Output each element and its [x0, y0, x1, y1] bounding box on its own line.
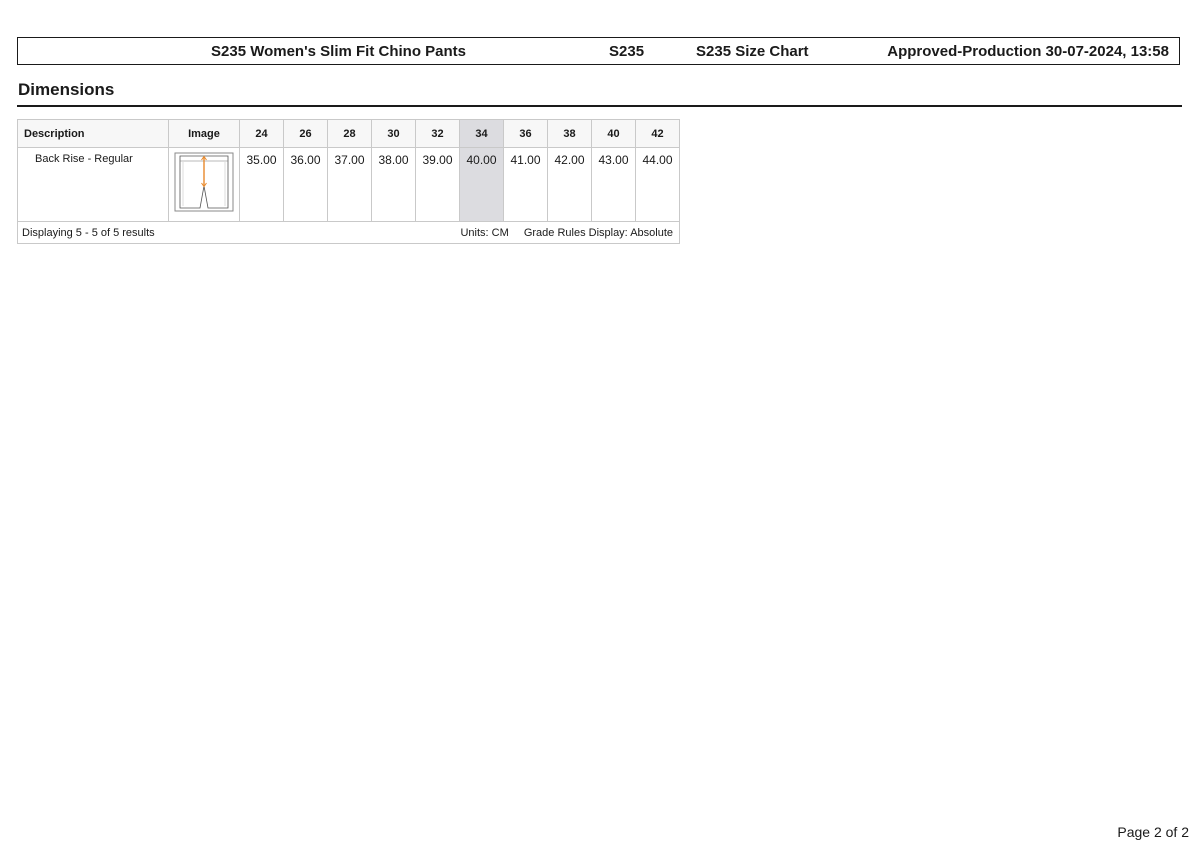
size-value: 44.00 — [635, 147, 680, 222]
column-header-size: 36 — [503, 119, 548, 148]
results-count: Displaying 5 - 5 of 5 results — [22, 226, 155, 239]
column-header-size: 30 — [371, 119, 416, 148]
measurement-image-cell — [168, 147, 240, 222]
table-row: Back Rise - Regular 35.00 36.00 37.00 38… — [17, 147, 680, 222]
units-label: Units: CM — [460, 226, 509, 239]
product-name: S235 Women's Slim Fit Chino Pants — [211, 43, 467, 60]
size-value: 37.00 — [327, 147, 372, 222]
column-header-size: 42 — [635, 119, 680, 148]
column-header-size-highlighted: 34 — [459, 119, 504, 148]
table-footer: Displaying 5 - 5 of 5 results Units: CM … — [17, 221, 680, 244]
column-header-size: 26 — [283, 119, 328, 148]
page-number: Page 2 of 2 — [1117, 824, 1189, 840]
size-value: 43.00 — [591, 147, 636, 222]
size-value: 42.00 — [547, 147, 592, 222]
size-chart-name: S235 Size Chart — [696, 43, 809, 60]
size-value: 35.00 — [239, 147, 284, 222]
column-header-size: 38 — [547, 119, 592, 148]
grade-rules-label: Grade Rules Display: Absolute — [523, 226, 673, 239]
column-header-size: 32 — [415, 119, 460, 148]
table-footer-row: Displaying 5 - 5 of 5 results Units: CM … — [17, 221, 680, 244]
table-header-row: Description Image 24 26 28 30 32 34 36 3… — [17, 119, 680, 148]
size-value: 38.00 — [371, 147, 416, 222]
size-value: 39.00 — [415, 147, 460, 222]
section-title: Dimensions — [18, 80, 115, 99]
document-header: S235 Women's Slim Fit Chino Pants S235 S… — [17, 37, 1180, 65]
column-header-image: Image — [168, 119, 240, 148]
column-header-size: 28 — [327, 119, 372, 148]
pants-measurement-diagram — [174, 152, 234, 212]
section-divider — [17, 105, 1182, 107]
style-code: S235 — [609, 43, 645, 60]
column-header-description: Description — [17, 119, 169, 148]
footer-meta: Units: CM Grade Rules Display: Absolute — [460, 227, 679, 239]
size-value: 36.00 — [283, 147, 328, 222]
size-value-highlighted: 40.00 — [459, 147, 504, 222]
size-value: 41.00 — [503, 147, 548, 222]
dimensions-table: Description Image 24 26 28 30 32 34 36 3… — [17, 119, 680, 244]
approval-status: Approved-Production 30-07-2024, 13:58 — [887, 43, 1169, 60]
column-header-size: 24 — [239, 119, 284, 148]
measurement-description: Back Rise - Regular — [17, 147, 169, 222]
column-header-size: 40 — [591, 119, 636, 148]
